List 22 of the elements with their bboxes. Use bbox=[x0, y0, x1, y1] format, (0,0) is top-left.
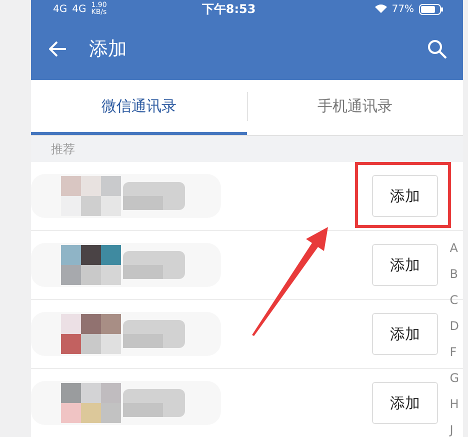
battery-icon bbox=[419, 4, 443, 14]
index-letter[interactable]: J bbox=[450, 417, 459, 437]
wifi-icon bbox=[374, 4, 387, 14]
network-label: 4G bbox=[72, 4, 86, 14]
section-header: 推荐 bbox=[31, 136, 463, 162]
page-title: 添加 bbox=[89, 37, 128, 62]
add-button[interactable]: 添加 bbox=[372, 244, 438, 286]
status-time: 下午8:53 bbox=[202, 0, 257, 18]
index-letter[interactable]: C bbox=[450, 287, 459, 313]
battery-percent: 77% bbox=[392, 4, 414, 14]
add-button[interactable]: 添加 bbox=[372, 382, 438, 424]
network-label: 4G bbox=[53, 4, 68, 14]
index-letter[interactable]: A bbox=[450, 235, 459, 261]
index-letter[interactable]: D bbox=[450, 313, 459, 339]
index-letter[interactable]: H bbox=[450, 391, 459, 417]
back-arrow-icon[interactable] bbox=[49, 41, 67, 57]
add-button[interactable]: 添加 bbox=[372, 175, 438, 217]
search-icon[interactable] bbox=[427, 39, 447, 59]
index-letter[interactable]: G bbox=[450, 365, 459, 391]
index-letter[interactable]: F bbox=[450, 339, 459, 365]
index-letter[interactable]: B bbox=[450, 261, 459, 287]
add-button[interactable]: 添加 bbox=[372, 313, 438, 355]
